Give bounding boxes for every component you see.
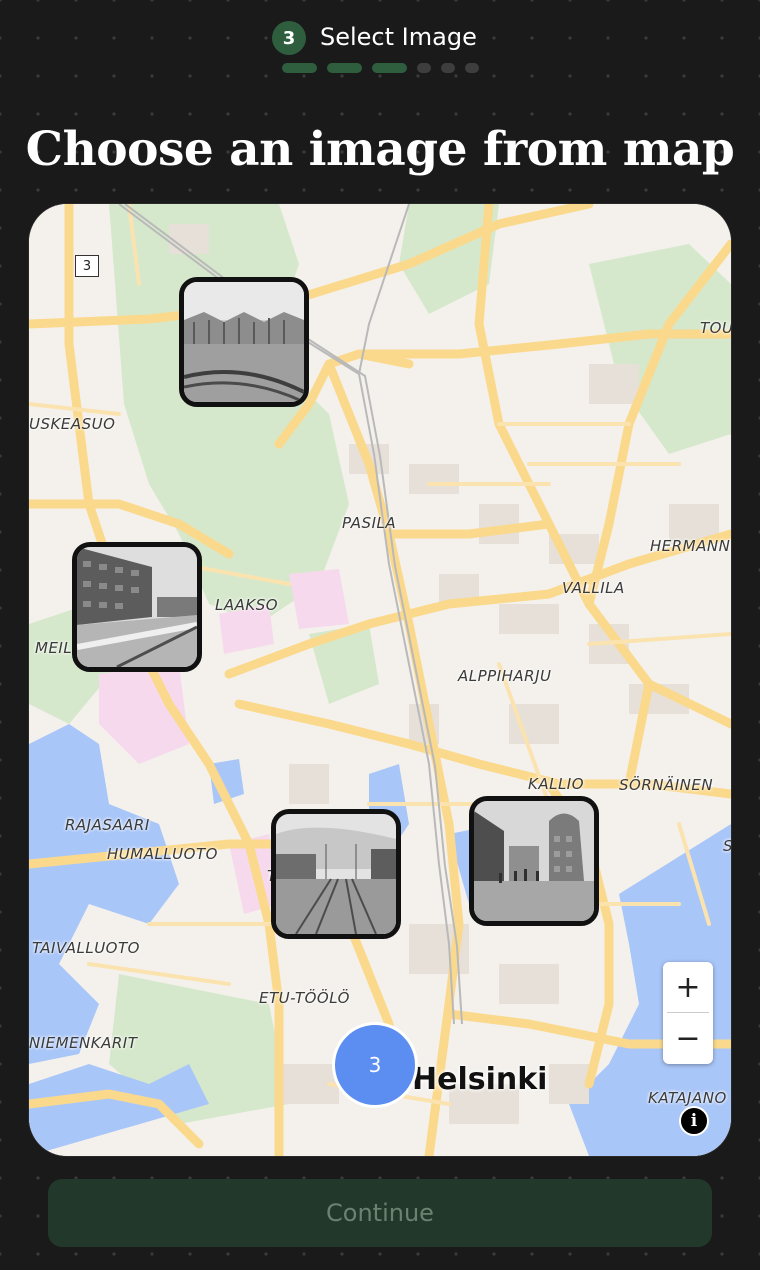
progress-segment-5 [441, 63, 455, 73]
info-icon[interactable]: i [679, 1106, 709, 1136]
zoom-out-button[interactable]: − [663, 1013, 713, 1063]
place-fragment-s: S [723, 837, 731, 855]
place-taivalluoto: TAIVALLUOTO [32, 939, 140, 957]
step-number-badge: 3 [272, 21, 306, 55]
progress-segment-1 [282, 63, 317, 73]
photo-modern-building [184, 282, 304, 402]
progress-segment-4 [417, 63, 431, 73]
step-header: 3 Select Image [0, 20, 760, 55]
road-shield-3: 3 [75, 255, 99, 277]
place-meil: MEIL [35, 639, 73, 657]
place-hermanni: HERMANN [650, 537, 731, 555]
place-alppiharju: ALPPIHARJU [458, 667, 552, 685]
map[interactable]: 3 USKEASUO PASILA HERMANN VALLILA LAAKSO… [29, 204, 731, 1156]
place-etu-toolo: ETU-TÖÖLÖ [259, 989, 350, 1007]
place-humalluoto: HUMALLUOTO [107, 845, 218, 863]
place-katajanokka: KATAJANO [648, 1089, 727, 1107]
step-label: Select Image [320, 23, 477, 51]
thumbnail-pedestrian-street[interactable] [469, 796, 599, 926]
place-kallio: KALLIO [528, 775, 585, 793]
photo-tram-avenue [276, 814, 396, 934]
photo-pedestrian-street [474, 801, 594, 921]
place-sornainen: SÖRNÄINEN [619, 776, 714, 794]
place-pasila: PASILA [342, 514, 397, 532]
place-laakso: LAAKSO [215, 596, 279, 614]
thumbnail-street-apartments[interactable] [72, 542, 202, 672]
progress-segment-3 [372, 63, 407, 73]
map-base-layer [29, 204, 731, 1156]
image-cluster-marker[interactable]: 3 [332, 1022, 418, 1108]
zoom-controls: + − [663, 962, 713, 1064]
place-tou: TOU [700, 319, 731, 337]
progress-segment-2 [327, 63, 362, 73]
city-label-helsinki: Helsinki [412, 1062, 548, 1097]
page-title: Choose an image from map [25, 122, 735, 177]
place-niemenkarit: NIEMENKARIT [29, 1034, 138, 1052]
place-vallila: VALLILA [562, 579, 625, 597]
photo-street-apartments [77, 547, 197, 667]
continue-button[interactable]: Continue [48, 1179, 712, 1247]
place-uskeasuo: USKEASUO [29, 415, 116, 433]
place-rajasaari: RAJASAARI [65, 816, 150, 834]
thumbnail-tram-avenue[interactable] [271, 809, 401, 939]
thumbnail-modern-building[interactable] [179, 277, 309, 407]
zoom-in-button[interactable]: + [663, 962, 713, 1012]
progress-segment-6 [465, 63, 479, 73]
